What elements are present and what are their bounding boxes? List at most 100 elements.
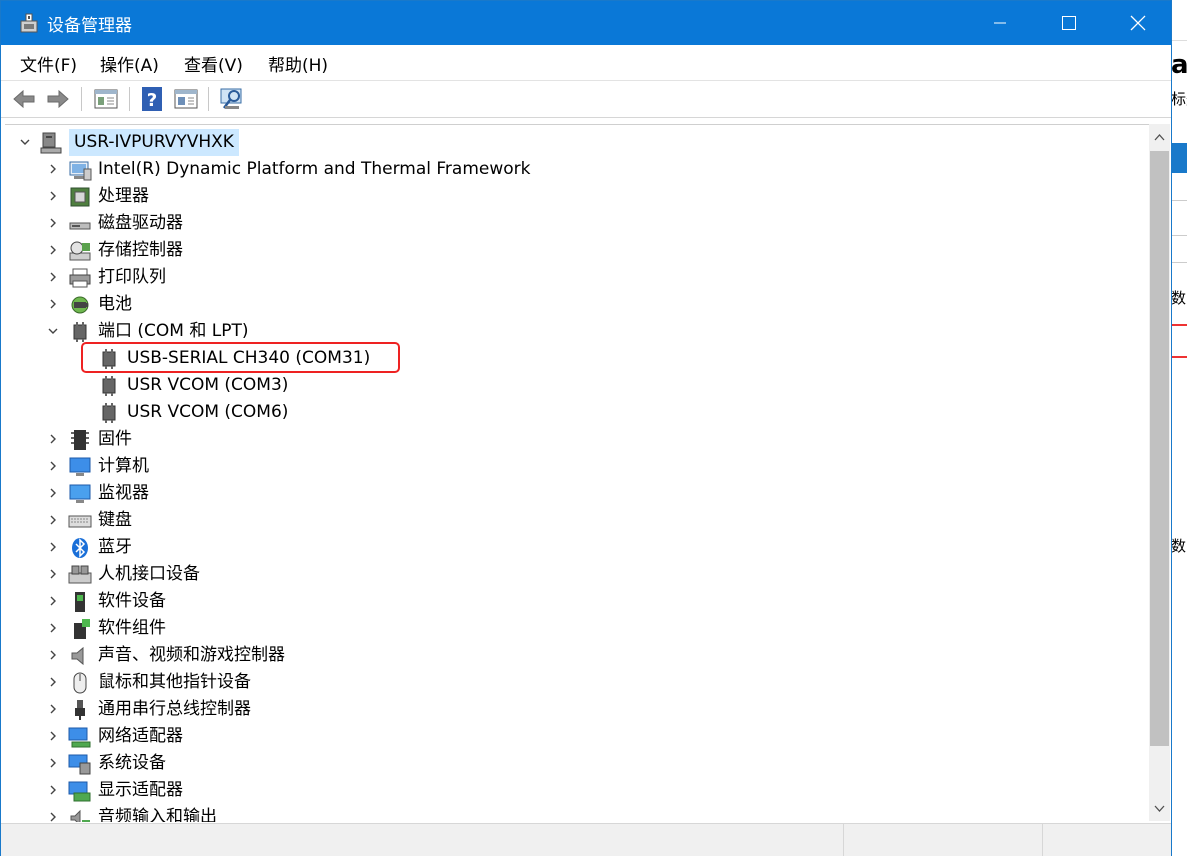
maximize-button[interactable]	[1036, 1, 1102, 45]
tree-category[interactable]: 软件组件	[5, 614, 1145, 641]
menu-file[interactable]: 文件(F)	[20, 51, 77, 76]
help-icon[interactable]: ?	[139, 86, 165, 112]
processor-icon	[70, 187, 90, 206]
toolbar-separator	[81, 87, 82, 111]
tree-category[interactable]: 打印队列	[5, 263, 1145, 290]
scroll-thumb[interactable]	[1150, 151, 1169, 746]
chevron-right-icon[interactable]	[47, 460, 59, 472]
tree-category[interactable]: 键盘	[5, 506, 1145, 533]
chevron-right-icon[interactable]	[47, 757, 59, 769]
bg-divider	[1170, 200, 1187, 201]
tree-item-label: 键盘	[98, 510, 132, 530]
tree-device[interactable]: USR VCOM (COM6)	[5, 398, 1145, 425]
chevron-right-icon[interactable]	[47, 649, 59, 661]
chevron-right-icon[interactable]	[47, 244, 59, 256]
tree-category[interactable]: 蓝牙	[5, 533, 1145, 560]
network-adapter-icon	[68, 727, 91, 747]
chevron-right-icon[interactable]	[47, 433, 59, 445]
chevron-right-icon[interactable]	[47, 622, 59, 634]
software-device-icon	[75, 591, 85, 612]
tree-category[interactable]: 鼠标和其他指针设备	[5, 668, 1145, 695]
tree-item-label: 电池	[98, 294, 132, 314]
bg-blue-bar	[1170, 143, 1187, 173]
tree-item-label: 网络适配器	[98, 726, 183, 746]
menu-view[interactable]: 查看(V)	[184, 51, 243, 76]
tree-category[interactable]: 存储控制器	[5, 236, 1145, 263]
chevron-right-icon[interactable]	[47, 487, 59, 499]
tree-category[interactable]: 人机接口设备	[5, 560, 1145, 587]
tree-category[interactable]: 音频输入和输出	[5, 803, 1145, 822]
minimize-button[interactable]	[967, 1, 1033, 45]
properties-icon[interactable]	[93, 86, 119, 112]
chevron-down-icon	[1154, 805, 1165, 812]
chevron-right-icon[interactable]	[47, 784, 59, 796]
tree-item-label: 监视器	[98, 483, 149, 503]
tree-category[interactable]: 处理器	[5, 182, 1145, 209]
port-icon	[102, 375, 116, 396]
keyboard-icon	[68, 515, 92, 527]
close-button[interactable]	[1105, 1, 1171, 45]
scroll-down-button[interactable]	[1149, 795, 1170, 821]
chevron-right-icon[interactable]	[47, 541, 59, 553]
chevron-right-icon[interactable]	[47, 271, 59, 283]
chevron-right-icon[interactable]	[47, 190, 59, 202]
tree-category[interactable]: 固件	[5, 425, 1145, 452]
chevron-right-icon[interactable]	[47, 595, 59, 607]
bg-divider	[1170, 40, 1187, 41]
chevron-right-icon[interactable]	[47, 514, 59, 526]
tree-category[interactable]: 软件设备	[5, 587, 1145, 614]
menu-action[interactable]: 操作(A)	[100, 51, 159, 76]
tree-item-label: 声音、视频和游戏控制器	[98, 645, 285, 665]
chevron-right-icon[interactable]	[47, 811, 59, 822]
tree-category[interactable]: 通用串行总线控制器	[5, 695, 1145, 722]
tree-category[interactable]: 计算机	[5, 452, 1145, 479]
tree-item-label: 通用串行总线控制器	[98, 699, 251, 719]
tree-item-label: USR-IVPURVYVHXK	[69, 129, 239, 156]
chevron-down-icon[interactable]	[19, 136, 31, 148]
vertical-scrollbar[interactable]	[1149, 124, 1170, 821]
chevron-right-icon[interactable]	[47, 217, 59, 229]
tree-category[interactable]: 系统设备	[5, 749, 1145, 776]
bg-text: 数	[1171, 537, 1187, 555]
chevron-right-icon[interactable]	[47, 298, 59, 310]
menu-help[interactable]: 帮助(H)	[268, 51, 328, 76]
tree-category[interactable]: 网络适配器	[5, 722, 1145, 749]
tree-category[interactable]: 磁盘驱动器	[5, 209, 1145, 236]
bluetooth-icon	[72, 537, 88, 558]
scan-hardware-icon[interactable]	[219, 86, 245, 112]
tree-category[interactable]: 显示适配器	[5, 776, 1145, 803]
scroll-up-button[interactable]	[1149, 124, 1170, 150]
usb-icon	[75, 699, 85, 720]
tree-item-label: 音频输入和输出	[98, 807, 217, 822]
tree-category[interactable]: 端口 (COM 和 LPT)	[5, 317, 1145, 344]
back-arrow-icon[interactable]	[11, 86, 37, 112]
device-tree[interactable]: USR-IVPURVYVHXK Intel(R) Dynamic Platform…	[5, 124, 1149, 822]
mouse-icon	[73, 672, 87, 693]
forward-arrow-icon[interactable]	[45, 86, 71, 112]
highlight-annotation-box	[81, 342, 400, 373]
chevron-right-icon[interactable]	[47, 676, 59, 688]
chevron-right-icon[interactable]	[47, 163, 59, 175]
system-device-icon	[68, 754, 91, 774]
tree-item-label: 软件组件	[98, 618, 166, 638]
tree-category[interactable]: Intel(R) Dynamic Platform and Thermal Fr…	[5, 155, 1145, 182]
title-bar[interactable]: 设备管理器	[1, 1, 1171, 45]
chevron-right-icon[interactable]	[47, 568, 59, 580]
software-component-icon	[74, 618, 90, 639]
toolbar-separator	[129, 87, 130, 111]
display-adapter-icon	[68, 781, 91, 801]
tree-category[interactable]: 声音、视频和游戏控制器	[5, 641, 1145, 668]
battery-icon	[71, 296, 89, 313]
tree-root-computer[interactable]: USR-IVPURVYVHXK	[5, 128, 1145, 156]
tree-category[interactable]: 电池	[5, 290, 1145, 317]
tree-item-label: 蓝牙	[98, 537, 132, 557]
view-pane-icon[interactable]	[173, 86, 199, 112]
toolbar: ?	[1, 80, 1171, 118]
tree-device[interactable]: USR VCOM (COM3)	[5, 371, 1145, 398]
chevron-right-icon[interactable]	[47, 703, 59, 715]
tree-category[interactable]: 监视器	[5, 479, 1145, 506]
window-title: 设备管理器	[47, 16, 132, 36]
chevron-right-icon[interactable]	[47, 730, 59, 742]
chevron-down-icon[interactable]	[47, 325, 59, 337]
tree-item-label: 显示适配器	[98, 780, 183, 800]
